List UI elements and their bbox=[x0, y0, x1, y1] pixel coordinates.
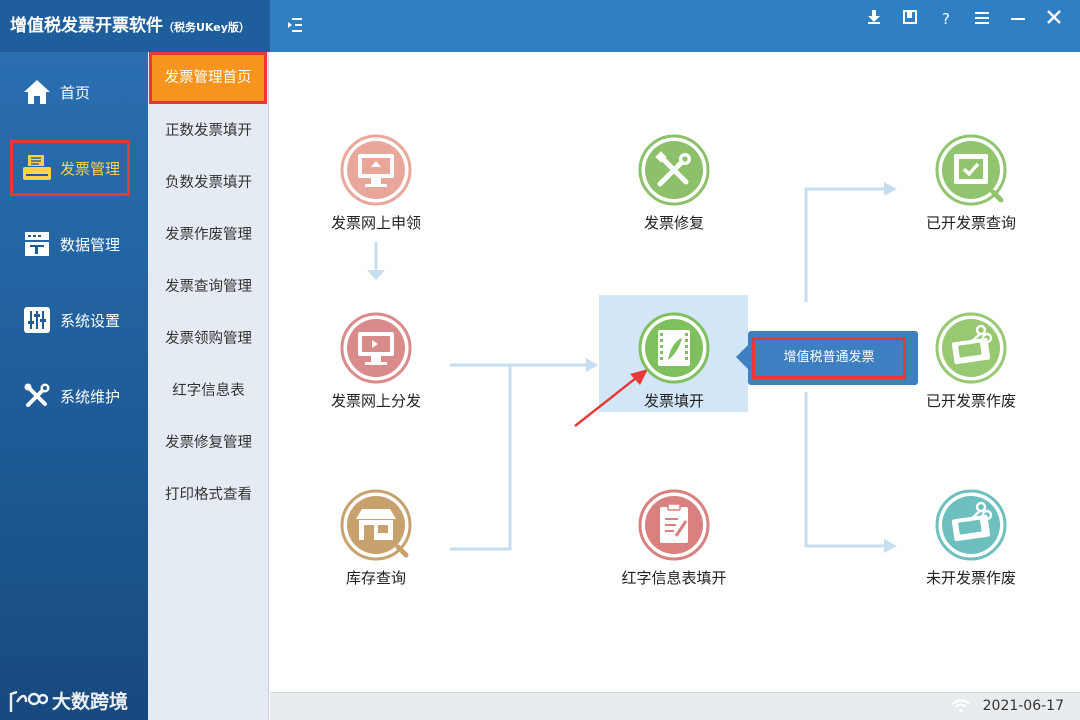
sidebar-item-system-maintenance[interactable]: 系统维护 bbox=[10, 368, 130, 424]
tools-icon bbox=[22, 381, 52, 411]
submenu-item-positive-invoice[interactable]: 正数发票填开 bbox=[148, 116, 269, 146]
connector-to-issued-query bbox=[804, 187, 888, 302]
node-red-info-table[interactable]: 红字信息表填开 bbox=[604, 489, 744, 588]
node-stock-query[interactable]: 库存查询 bbox=[306, 489, 446, 588]
film-scissors-teal-icon bbox=[935, 489, 1007, 561]
window-controls: ? bbox=[856, 8, 1072, 30]
main-sidebar: 首页 发票管理 数据管理 系统设置 系统维护 大数跨境 bbox=[0, 52, 148, 720]
film-check-search-icon bbox=[935, 134, 1007, 206]
data-icon bbox=[22, 229, 52, 259]
vat-ordinary-invoice-option[interactable]: 增值税普通发票 bbox=[752, 337, 906, 379]
settings-sliders-icon bbox=[22, 305, 52, 335]
node-issue-invoice[interactable]: 发票填开 bbox=[604, 312, 744, 411]
minimize-icon[interactable] bbox=[1000, 8, 1036, 30]
collapse-menu-icon[interactable] bbox=[284, 14, 306, 36]
arrowhead-issued-query bbox=[884, 182, 897, 196]
submenu-item-void-management[interactable]: 发票作废管理 bbox=[148, 220, 269, 250]
close-icon[interactable] bbox=[1036, 8, 1072, 30]
film-scissors-icon bbox=[935, 312, 1007, 384]
title-bar: 增值税发票开票软件（税务UKey版） ? bbox=[0, 0, 1080, 52]
node-issued-void[interactable]: 已开发票作废 bbox=[901, 312, 1041, 411]
submenu-item-print-format[interactable]: 打印格式查看 bbox=[148, 480, 269, 510]
node-distribute-online[interactable]: 发票网上分发 bbox=[306, 312, 446, 411]
connector-to-unissued-void bbox=[804, 392, 888, 548]
submenu-item-query-management[interactable]: 发票查询管理 bbox=[148, 272, 269, 302]
printer-icon bbox=[22, 153, 52, 183]
menu-icon[interactable] bbox=[964, 8, 1000, 30]
status-date: 2021-06-17 bbox=[982, 698, 1064, 714]
main-content: 发票网上申领 发票网上分发 库存查询 发票修复 发票填开 红字信息表填开 已开发… bbox=[270, 52, 1080, 692]
clipboard-edit-icon bbox=[638, 489, 710, 561]
node-issued-query[interactable]: 已开发票查询 bbox=[901, 134, 1041, 233]
wrench-screwdriver-icon bbox=[638, 134, 710, 206]
app-title: 增值税发票开票软件（税务UKey版） bbox=[0, 0, 270, 52]
film-feather-icon bbox=[638, 312, 710, 384]
sidebar-item-system-settings[interactable]: 系统设置 bbox=[10, 292, 130, 348]
sidebar-item-home[interactable]: 首页 bbox=[10, 64, 130, 120]
store-search-icon bbox=[340, 489, 412, 561]
wifi-icon bbox=[952, 698, 970, 717]
arrowhead-unissued-void bbox=[884, 539, 897, 553]
arrowhead-issue bbox=[586, 358, 598, 372]
invoice-type-popup: 增值税普通发票 bbox=[736, 331, 918, 385]
sub-menu: 发票管理首页 正数发票填开 负数发票填开 发票作废管理 发票查询管理 发票领购管… bbox=[148, 52, 269, 720]
download-icon[interactable] bbox=[856, 8, 892, 30]
arrowhead-down bbox=[367, 270, 385, 280]
submenu-item-repair-management[interactable]: 发票修复管理 bbox=[148, 428, 269, 458]
sidebar-item-data-management[interactable]: 数据管理 bbox=[10, 216, 130, 272]
submenu-item-negative-invoice[interactable]: 负数发票填开 bbox=[148, 168, 269, 198]
sidebar-item-invoice-management[interactable]: 发票管理 bbox=[10, 140, 130, 196]
home-icon bbox=[22, 77, 52, 107]
monitor-upload-icon bbox=[340, 134, 412, 206]
submenu-item-red-info-table[interactable]: 红字信息表 bbox=[148, 376, 269, 406]
skin-icon[interactable] bbox=[892, 8, 928, 30]
watermark-logo: 大数跨境 bbox=[8, 687, 128, 714]
monitor-distribute-icon bbox=[340, 312, 412, 384]
node-apply-online[interactable]: 发票网上申领 bbox=[306, 134, 446, 233]
status-bar: 2021-06-17 bbox=[270, 692, 1080, 720]
node-unissued-void[interactable]: 未开发票作废 bbox=[901, 489, 1041, 588]
submenu-item-purchase-management[interactable]: 发票领购管理 bbox=[148, 324, 269, 354]
connector-stock-issue bbox=[450, 365, 512, 551]
submenu-item-invoice-home[interactable]: 发票管理首页 bbox=[149, 52, 267, 104]
node-repair[interactable]: 发票修复 bbox=[604, 134, 744, 233]
help-icon[interactable]: ? bbox=[928, 8, 964, 30]
